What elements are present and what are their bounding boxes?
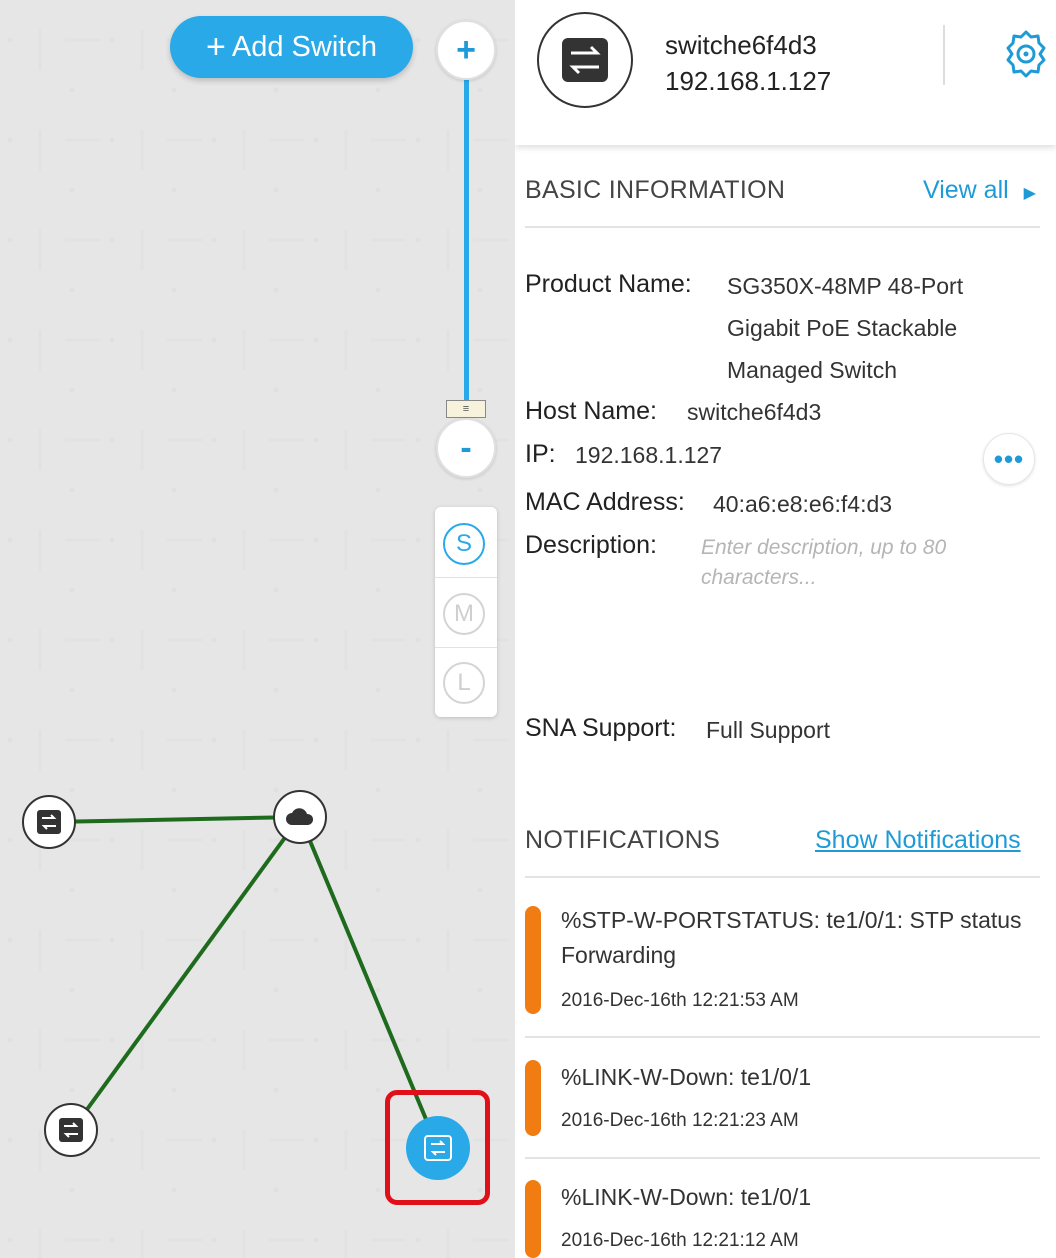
notification-time: 2016-Dec-16th 12:21:23 AM (561, 1110, 799, 1131)
device-header: switche6f4d3 192.168.1.127 (515, 0, 1056, 145)
product-name-label: Product Name: (525, 270, 692, 298)
size-medium-label: M (454, 600, 474, 627)
size-large-label: L (457, 669, 471, 696)
cloud-node[interactable] (273, 790, 327, 844)
switch-icon (562, 38, 608, 82)
switch-node-2[interactable] (44, 1103, 98, 1157)
divider (435, 577, 497, 578)
node-size-selector: S M L (435, 507, 497, 717)
notifications-title: NOTIFICATIONS (525, 826, 721, 854)
divider (943, 25, 945, 85)
selection-highlight-box (385, 1090, 490, 1205)
notification-time: 2016-Dec-16th 12:21:53 AM (561, 990, 799, 1011)
device-name: switche6f4d3 (665, 30, 817, 60)
switch-node-1[interactable] (22, 795, 76, 849)
mac-address-value: 40:a6:e8:e6:f4:d3 (713, 491, 893, 517)
zoom-slider-handle[interactable]: ≡ (446, 400, 486, 418)
size-small-option[interactable]: S (443, 523, 485, 565)
switch-icon (37, 810, 61, 834)
add-switch-button[interactable]: + Add Switch (170, 16, 413, 78)
host-name-label: Host Name: (525, 397, 657, 425)
mac-address-label: MAC Address: (525, 488, 685, 516)
description-label: Description: (525, 531, 657, 559)
notification-message: %LINK-W-Down: te1/0/1 (561, 1064, 812, 1090)
zoom-in-button[interactable]: + (436, 20, 496, 80)
sna-support-value: Full Support (706, 717, 831, 743)
basic-information-title: BASIC INFORMATION (525, 176, 786, 204)
divider (525, 876, 1040, 878)
link-cloud-switch1 (49, 815, 301, 824)
divider (435, 647, 497, 648)
notification-item[interactable]: %LINK-W-Down: te1/0/1 2016-Dec-16th 12:2… (525, 1060, 1040, 1140)
device-details-panel: switche6f4d3 192.168.1.127 BASIC INFORMA… (515, 0, 1056, 1258)
device-ip: 192.168.1.127 (665, 66, 832, 96)
size-large-option[interactable]: L (443, 662, 485, 704)
add-switch-label: Add Switch (231, 30, 377, 63)
topology-canvas[interactable]: + Add Switch + ≡ - S M L (0, 0, 515, 1258)
divider (525, 1157, 1040, 1159)
cloud-icon (286, 808, 314, 825)
notification-message: %LINK-W-Down: te1/0/1 (561, 1184, 812, 1210)
description-input[interactable]: Enter description, up to 80 characters..… (701, 533, 1001, 593)
ip-value: 192.168.1.127 (575, 442, 723, 468)
ellipsis-icon: ••• (993, 443, 1025, 474)
device-avatar (537, 12, 633, 108)
caret-right-icon: ▶ (1023, 185, 1036, 202)
notification-item[interactable]: %LINK-W-Down: te1/0/1 2016-Dec-16th 12:2… (525, 1180, 1040, 1258)
warning-indicator (525, 1060, 541, 1136)
divider (525, 226, 1040, 228)
plus-icon: + (206, 28, 226, 66)
product-name-line-2: Gigabit PoE Stackable (727, 315, 958, 341)
zoom-in-icon: + (456, 30, 476, 69)
product-name-line-1: SG350X-48MP 48-Port (727, 273, 964, 299)
ip-label: IP: (525, 440, 556, 468)
notification-item[interactable]: %STP-W-PORTSTATUS: te1/0/1: STP status F… (525, 906, 1040, 1026)
show-notifications-link[interactable]: Show Notifications (815, 826, 1021, 855)
zoom-slider-track[interactable] (464, 75, 469, 410)
view-all-label: View all (923, 176, 1009, 204)
size-small-label: S (455, 530, 472, 557)
zoom-out-icon: - (460, 428, 472, 467)
divider (525, 1036, 1040, 1038)
sna-support-label: SNA Support: (525, 714, 677, 742)
host-name-value: switche6f4d3 (687, 399, 822, 425)
warning-indicator (525, 906, 541, 1014)
product-name-line-3: Managed Switch (727, 357, 898, 383)
gear-icon[interactable] (1000, 28, 1052, 80)
notification-message: %STP-W-PORTSTATUS: te1/0/1: STP status F… (561, 907, 1022, 968)
size-medium-option[interactable]: M (443, 593, 485, 635)
warning-indicator (525, 1180, 541, 1258)
more-options-button[interactable]: ••• (983, 433, 1035, 485)
switch-icon (59, 1118, 83, 1142)
link-cloud-switch2 (70, 815, 302, 1132)
zoom-out-button[interactable]: - (436, 418, 496, 478)
notification-time: 2016-Dec-16th 12:21:12 AM (561, 1230, 799, 1251)
view-all-link[interactable]: View all ▶ (923, 176, 1036, 205)
